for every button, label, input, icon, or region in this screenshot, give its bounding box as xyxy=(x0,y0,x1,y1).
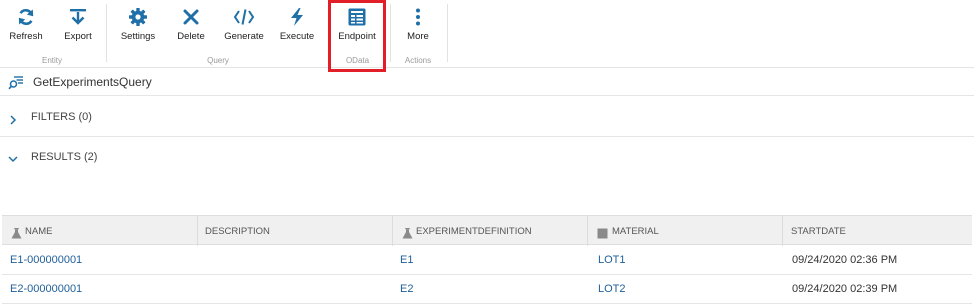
delete-label: Delete xyxy=(177,31,205,42)
endpoint-highlight-box xyxy=(328,0,386,72)
group-label-actions: Actions xyxy=(404,56,432,65)
query-icon xyxy=(8,74,24,90)
group-label-query: Query xyxy=(207,56,229,65)
filters-section[interactable]: FILTERS (0) xyxy=(0,97,974,137)
cell-name-link[interactable]: E2-000000001 xyxy=(10,283,82,295)
execute-label: Execute xyxy=(279,31,315,42)
query-header: GetExperimentsQuery xyxy=(0,68,974,96)
generate-label: Generate xyxy=(224,31,264,42)
column-header-startdate[interactable]: STARTDATE xyxy=(783,216,972,246)
cell-name-link[interactable]: E1-000000001 xyxy=(10,254,82,266)
cell-startdate: 09/24/2020 02:36 PM xyxy=(792,254,898,266)
column-label: STARTDATE xyxy=(791,226,846,237)
column-header-experimentdefinition[interactable]: EXPERIMENTDEFINITION xyxy=(393,216,588,246)
query-title: GetExperimentsQuery xyxy=(33,75,152,89)
export-icon xyxy=(67,6,89,28)
material-icon xyxy=(597,226,608,239)
settings-button[interactable]: Settings xyxy=(119,0,157,50)
cell-material-link[interactable]: LOT2 xyxy=(598,283,626,295)
column-label: MATERIAL xyxy=(612,226,659,237)
cell-startdate: 09/24/2020 02:39 PM xyxy=(792,283,898,295)
chevron-down-icon[interactable] xyxy=(8,151,18,163)
column-label: EXPERIMENTDEFINITION xyxy=(416,226,532,237)
cell-definition-link[interactable]: E2 xyxy=(400,283,413,295)
cell-material-link[interactable]: LOT1 xyxy=(598,254,626,266)
results-label: RESULTS (2) xyxy=(31,151,98,163)
column-header-material[interactable]: MATERIAL xyxy=(588,216,783,246)
delete-button[interactable]: Delete xyxy=(174,0,208,50)
group-divider xyxy=(390,4,391,62)
table-row[interactable]: E2-000000001 E2 LOT2 09/24/2020 02:39 PM xyxy=(2,275,972,304)
more-button[interactable]: More xyxy=(402,0,434,50)
table-header: NAME DESCRIPTION EXPERIMENTDEFINITION MA… xyxy=(2,215,972,246)
ribbon-toolbar: Refresh Export Entity Settings Delete Ge… xyxy=(0,0,974,72)
gear-icon xyxy=(127,6,149,28)
refresh-button[interactable]: Refresh xyxy=(6,0,46,50)
execute-button[interactable]: Execute xyxy=(279,0,315,50)
column-header-description[interactable]: DESCRIPTION xyxy=(198,216,393,246)
cell-definition-link[interactable]: E1 xyxy=(400,254,413,266)
export-label: Export xyxy=(64,31,92,42)
column-header-name[interactable]: NAME xyxy=(2,216,198,246)
column-label: DESCRIPTION xyxy=(205,226,270,237)
group-label-entity: Entity xyxy=(41,56,62,65)
flask-icon xyxy=(11,226,22,239)
settings-label: Settings xyxy=(120,31,156,42)
column-label: NAME xyxy=(25,226,53,237)
generate-button[interactable]: Generate xyxy=(224,0,264,50)
chevron-right-icon[interactable] xyxy=(8,112,18,125)
refresh-icon xyxy=(15,6,37,28)
export-button[interactable]: Export xyxy=(60,0,96,50)
table-row[interactable]: E1-000000001 E1 LOT1 09/24/2020 02:36 PM xyxy=(2,246,972,275)
more-vertical-icon xyxy=(407,6,429,28)
filters-label: FILTERS (0) xyxy=(31,111,92,123)
lightning-icon xyxy=(286,6,308,28)
refresh-label: Refresh xyxy=(9,31,43,42)
results-section[interactable]: RESULTS (2) xyxy=(0,138,974,178)
more-label: More xyxy=(407,31,429,42)
close-icon xyxy=(180,6,202,28)
code-icon xyxy=(233,6,255,28)
flask-icon xyxy=(402,226,413,239)
group-divider xyxy=(447,4,448,62)
group-divider xyxy=(106,4,107,62)
